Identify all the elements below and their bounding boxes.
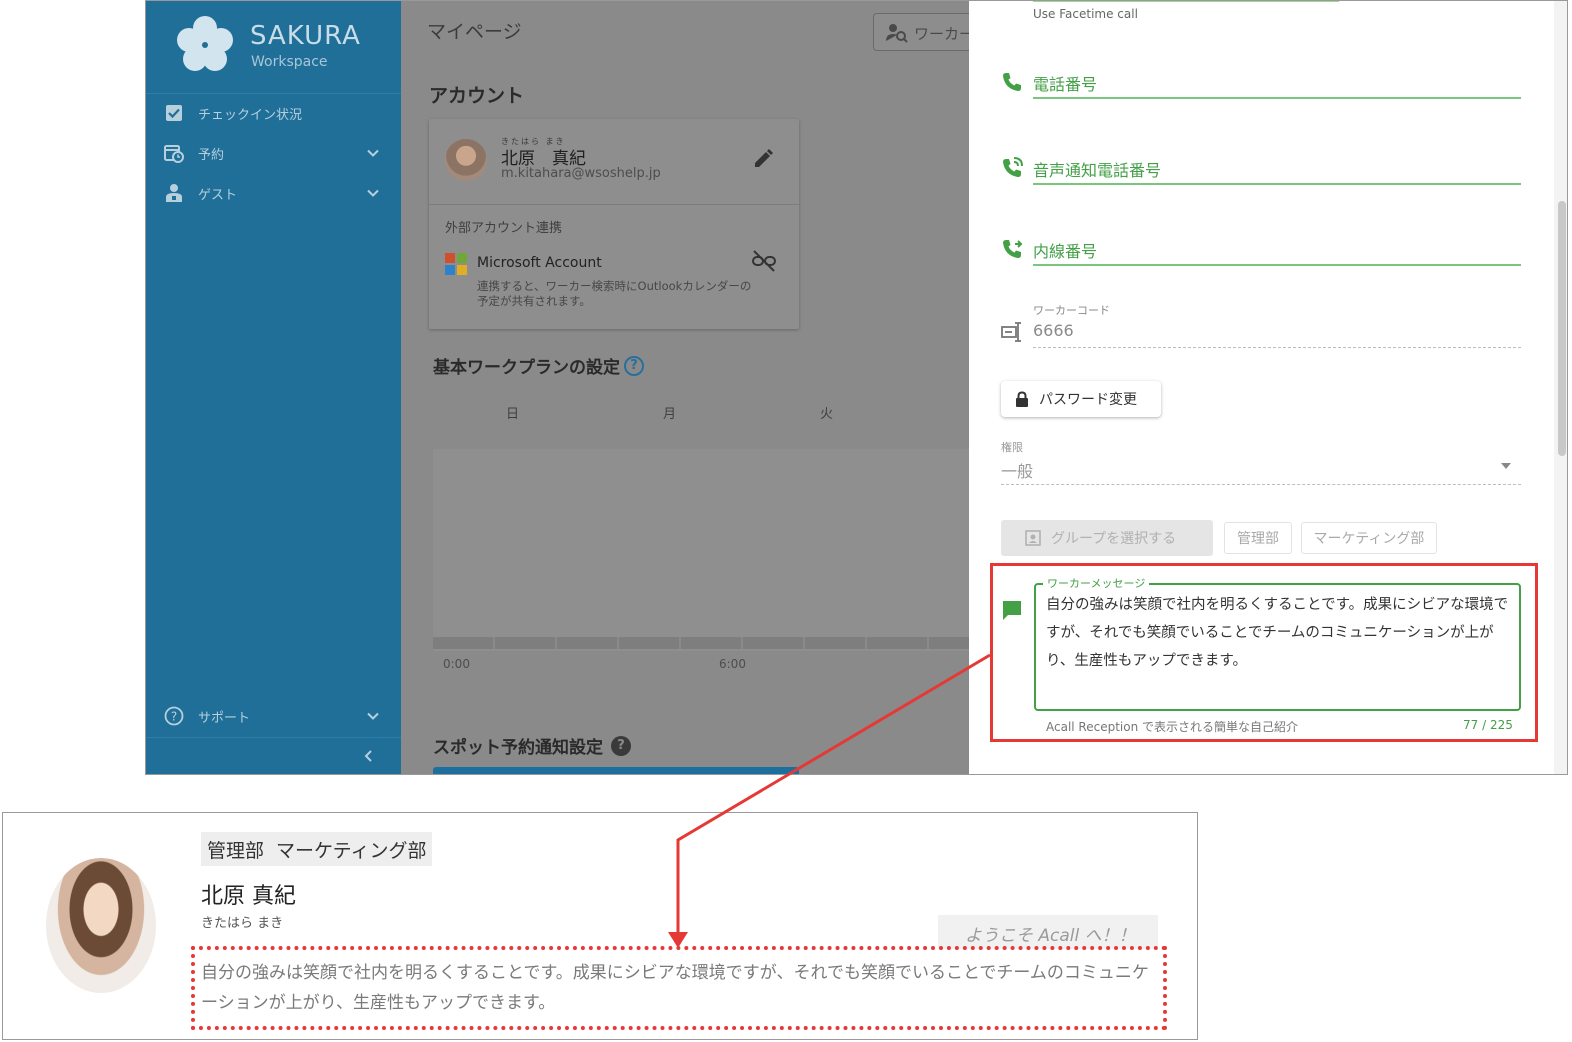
drawer-scrollbar[interactable] [1554,1,1567,774]
sidebar: SAKURA Workspace チェックイン状況 予約 ゲスト ? サポート [146,1,401,774]
worker-code-value: 6666 [1033,321,1074,340]
group-chip[interactable]: マーケティング部 [1301,522,1437,554]
work-plan-section-title: 基本ワークプランの設定 ? [433,353,644,378]
extension-underline [1033,264,1521,266]
sidebar-item-guest[interactable]: ゲスト [146,175,401,211]
select-group-label: グループを選択する [1051,531,1177,547]
sidebar-item-checkin[interactable]: チェックイン状況 [146,95,401,131]
avatar [445,139,487,181]
microsoft-account-description: 連携すると、ワーカー検索時にOutlookカレンダーの予定が共有されます。 [477,279,752,308]
sidebar-item-label: ゲスト [198,187,238,203]
change-password-button[interactable]: パスワード変更 [1001,381,1161,417]
help-icon[interactable]: ? [624,355,644,376]
permission-select[interactable]: 一般 [1001,458,1033,482]
chevron-down-icon [367,189,379,197]
worker-search-placeholder: ワーカー [914,25,975,43]
phone-underline [1033,97,1521,99]
group-chip[interactable]: 管理部 [1224,522,1292,554]
phone-ring-icon [1003,157,1023,177]
day-label: 月 [663,407,677,422]
worker-code-label: ワーカーコード [1033,304,1110,317]
preview-name: 北原 真紀 [201,884,296,909]
permission-underline [1001,484,1521,485]
worker-search-icon [886,24,908,43]
group-tag: マーケティング部 [270,832,433,866]
day-label: 日 [506,407,520,422]
phone-icon [1003,73,1021,91]
sidebar-item-label: チェックイン状況 [198,107,303,123]
account-card: きたはら まき 北原 真紀 m.kitahara@wsoshelp.jp 外部ア… [429,119,799,329]
worker-code-underline [1033,347,1521,348]
sidebar-divider [146,737,401,738]
link-off-icon[interactable] [751,250,777,272]
guest-badge-icon [164,183,184,203]
chevron-down-icon [367,712,379,720]
work-plan-grid[interactable] [433,449,969,651]
time-label: 6:00 [719,657,746,671]
dropdown-arrow-icon[interactable] [1501,463,1511,469]
highlight-dotted-box [191,946,1167,1030]
sidebar-item-label: サポート [198,710,251,726]
checkbox-icon [164,103,184,123]
spot-notification-section-title: スポット予約通知設定 ? [433,733,631,758]
time-axis [433,637,969,649]
composite-screenshot: SAKURA Workspace チェックイン状況 予約 ゲスト ? サポート … [0,0,1572,1042]
reception-preview-card: 管理部 マーケティング部 北原 真紀 きたはら まき ようこそ Acall へ！… [2,812,1198,1040]
highlight-box [990,563,1538,742]
account-section-title: アカウント [429,85,525,107]
chevron-down-icon [367,149,379,157]
external-accounts-title: 外部アカウント連携 [445,221,563,236]
sidebar-item-support[interactable]: ? サポート [146,698,401,734]
lock-icon [1016,391,1028,407]
work-plan-title-text: 基本ワークプランの設定 [433,358,620,378]
sidebar-item-label: 予約 [198,147,225,163]
welcome-text: ようこそ Acall へ！！ [965,926,1136,946]
facetime-underline [1033,1,1339,2]
edit-pencil-icon[interactable] [752,148,774,170]
svg-text:?: ? [171,710,177,724]
phone-label: 電話番号 [1033,75,1098,94]
extension-label: 内線番号 [1033,242,1098,261]
app-logo-subtitle: Workspace [251,54,328,70]
time-label: 0:00 [443,657,470,671]
facetime-label: Use Facetime call [1033,7,1138,21]
sidebar-item-reservation[interactable]: 予約 [146,135,401,171]
day-label: 火 [820,407,834,422]
page-title: マイページ [427,21,522,43]
avatar [46,858,156,993]
spot-notification-title-text: スポット予約通知設定 [433,738,603,758]
help-icon[interactable]: ? [611,735,631,756]
select-group-button[interactable]: グループを選択する [1001,520,1213,556]
preview-kana: きたはら まき [201,916,284,931]
spot-notification-button[interactable] [433,767,799,774]
voice-notification-phone-label: 音声通知電話番号 [1033,161,1162,180]
card-divider [429,204,799,205]
microsoft-logo-icon [445,253,467,275]
group-tag: 管理部 [201,832,271,866]
voice-phone-underline [1033,183,1521,185]
microsoft-account-name: Microsoft Account [477,255,602,271]
calendar-clock-icon [164,143,184,163]
main-content: マイページ ワーカー アカウント きたはら まき 北原 真紀 m.kitahar… [401,1,993,774]
permission-label: 権限 [1001,441,1023,454]
phone-forward-icon [1003,240,1023,258]
sakura-logo-icon [177,16,233,71]
change-password-label: パスワード変更 [1039,392,1137,408]
help-circle-icon: ? [164,706,184,726]
app-logo-title: SAKURA [250,21,361,51]
sidebar-divider [146,93,401,94]
scrollbar-thumb[interactable] [1558,201,1566,456]
collapse-sidebar-icon[interactable] [362,749,376,763]
account-email: m.kitahara@wsoshelp.jp [501,166,661,181]
group-select-icon [1025,530,1041,546]
badge-id-icon [1001,322,1021,342]
